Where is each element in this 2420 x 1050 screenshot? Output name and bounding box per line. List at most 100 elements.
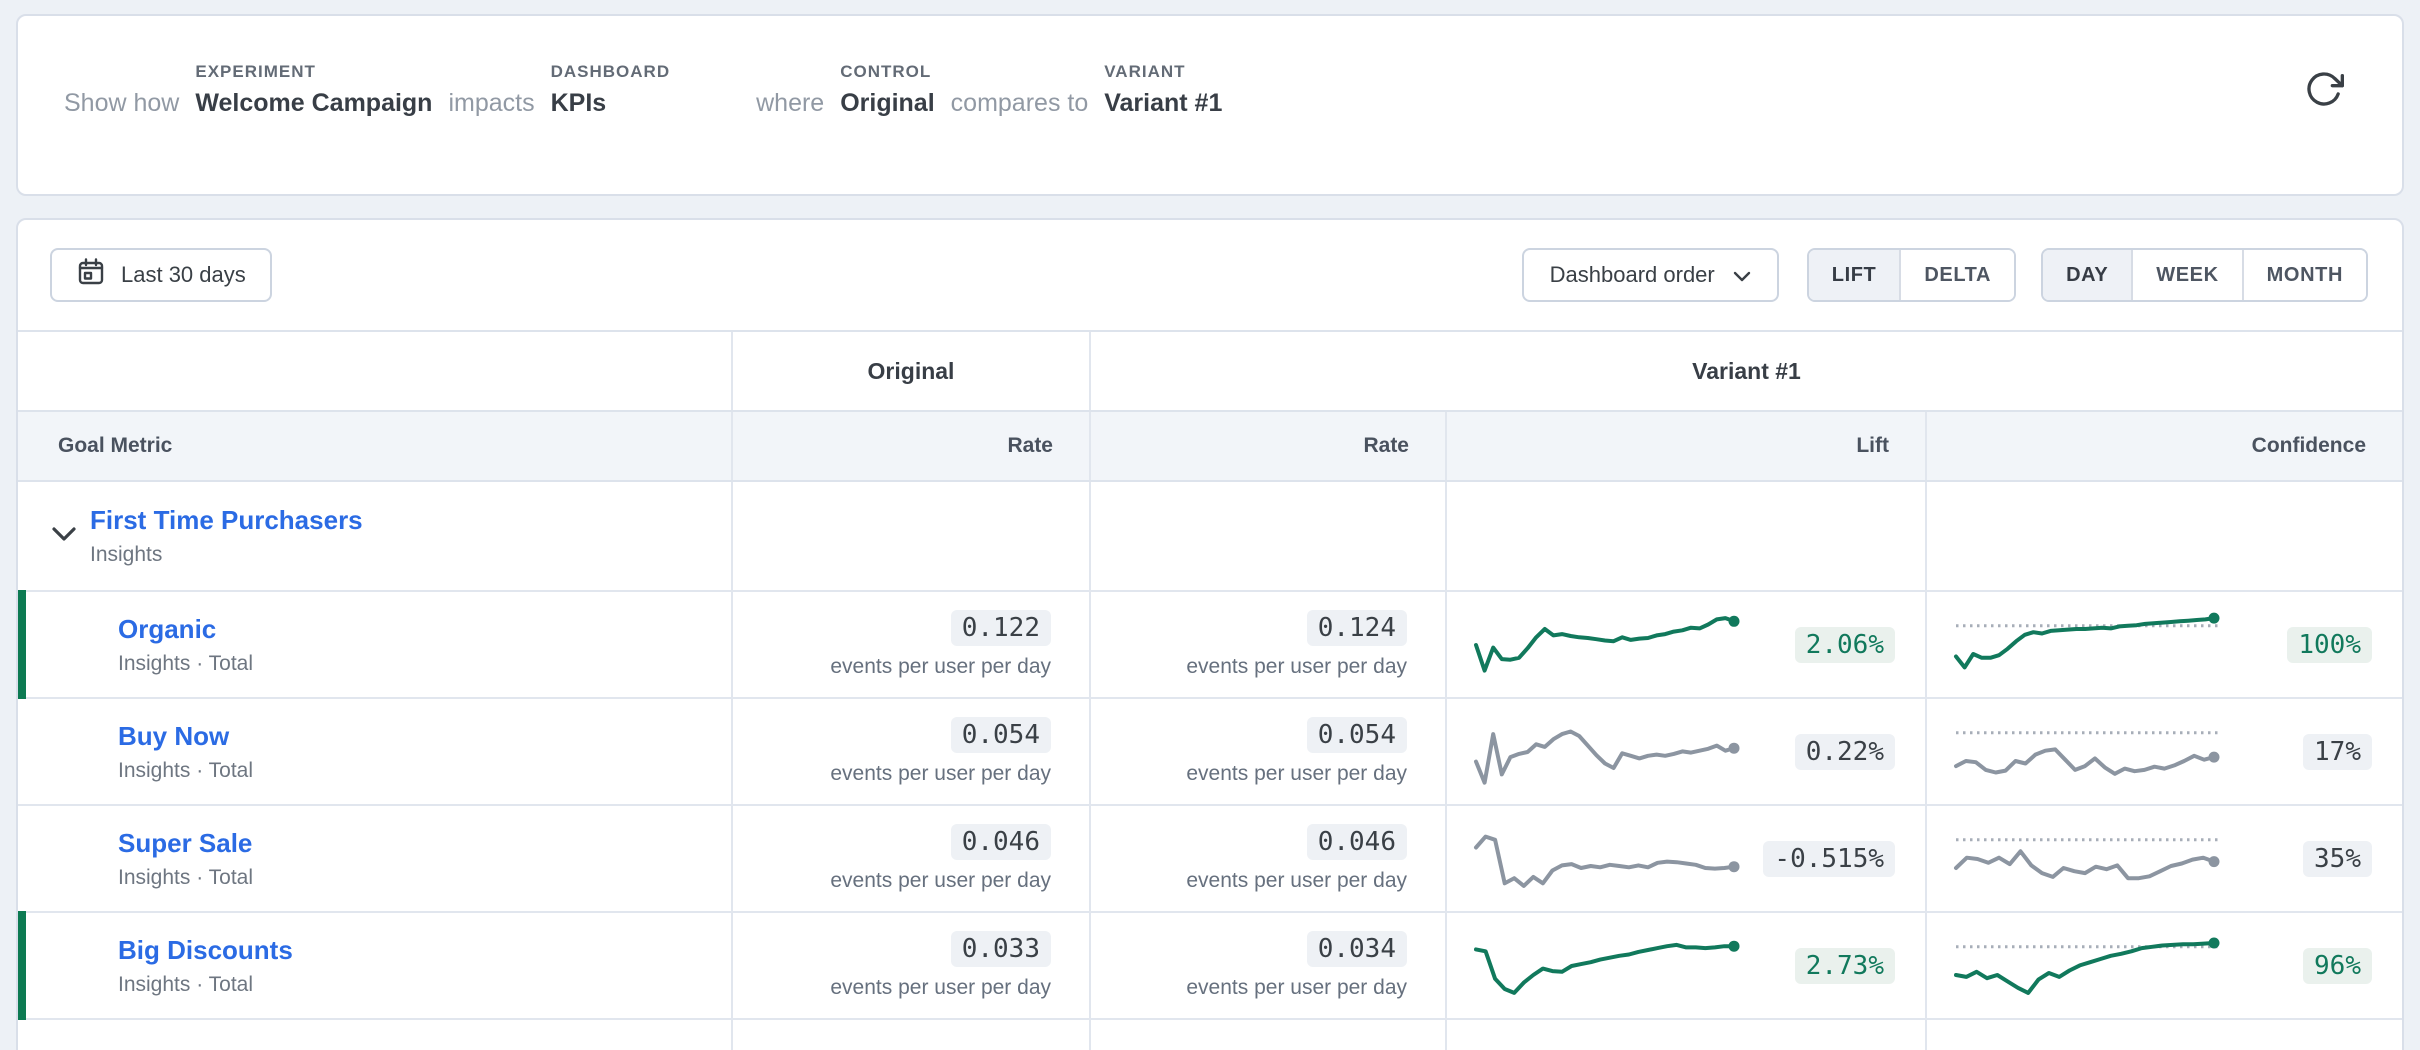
dashboard-value: KPIs [551,89,671,118]
lift-cell: 2.06% [1447,592,1927,697]
confidence-sparkline [1951,606,2225,684]
dashboard-order-label: Dashboard order [1550,262,1715,288]
variant-rate-cell: 0.046 events per user per day [1091,806,1447,911]
metric-link[interactable]: Organic [118,614,253,645]
group-metric-link[interactable]: First Time Purchasers [90,505,363,536]
mode-toggle: LIFT DELTA [1807,248,2016,302]
metric-group-row: First Time Purchasers Insights [18,482,2402,592]
metric-cell: Big Discounts Insights · Total [18,913,733,1018]
experiment-value: Welcome Campaign [195,89,432,118]
confidence-value: 35% [2303,841,2372,877]
rate-unit: events per user per day [830,655,1051,679]
experiment-selector[interactable]: EXPERIMENT Welcome Campaign [195,62,432,118]
refresh-icon [2304,69,2344,112]
rate-unit: events per user per day [1186,762,1407,786]
granularity-day-segment[interactable]: DAY [2043,250,2131,300]
original-rate-cell: 0.033 events per user per day [733,913,1091,1018]
lift-cell: 0.22% [1447,699,1927,804]
confidence-value: 100% [2287,627,2372,663]
variant-rate-cell: 0.034 events per user per day [1091,913,1447,1018]
dashboard-label: DASHBOARD [551,62,671,82]
original-rate-cell: 0.122 events per user per day [733,592,1091,697]
table-row: Buy Now Insights · Total 0.054 events pe… [18,699,2402,806]
lift-value: 0.22% [1795,734,1895,770]
dashboard-order-dropdown[interactable]: Dashboard order [1522,248,1779,302]
metric-source: Insights · Total [118,866,253,889]
granularity-toggle: DAY WEEK MONTH [2041,248,2368,302]
table-row: Big Discounts Insights · Total 0.033 eve… [18,913,2402,1020]
variant-label: VARIANT [1104,62,1222,82]
date-range-label: Last 30 days [121,262,246,288]
phrase-compares-to: compares to [951,89,1089,118]
table-header-columns: Goal Metric Rate Rate Lift Confidence [18,412,2402,482]
mode-lift-segment[interactable]: LIFT [1809,250,1900,300]
metric-source: Insights · Total [118,759,253,782]
metric-source: Insights · Total [118,973,253,996]
original-rate-cell: 0.046 events per user per day [733,806,1091,911]
phrase-prefix: Show how [64,89,179,118]
phrase-where: where [756,89,824,118]
confidence-cell: 100% [1927,592,2402,697]
rate-unit: events per user per day [830,869,1051,893]
header-variant: Variant #1 [1091,332,2402,410]
mode-delta-segment[interactable]: DELTA [1899,250,2014,300]
group-metric-source: Insights [90,543,162,566]
phrase-impacts: impacts [448,89,534,118]
metric-link[interactable]: Super Sale [118,828,253,859]
header-goal-metric: Goal Metric [18,412,733,480]
calendar-icon [76,257,106,293]
table-row: Super Sale Insights · Total 0.046 events… [18,806,2402,913]
variant-value: Variant #1 [1104,89,1222,118]
variant-rate-value: 0.034 [1307,931,1407,967]
rate-unit: events per user per day [830,762,1051,786]
lift-sparkline [1471,606,1745,684]
metric-link[interactable]: Big Discounts [118,935,293,966]
chevron-down-icon[interactable] [52,527,76,547]
lift-sparkline [1471,820,1745,898]
confidence-cell: 96% [1927,913,2402,1018]
original-rate-value: 0.054 [951,717,1051,753]
metric-cell: Buy Now Insights · Total [18,699,733,804]
experiment-label: EXPERIMENT [195,62,432,82]
variant-rate-cell: 0.054 events per user per day [1091,699,1447,804]
confidence-sparkline [1951,820,2225,898]
header-spacer [18,332,733,410]
lift-cell: 2.73% [1447,913,1927,1018]
toolbar: Last 30 days Dashboard order LIFT DELTA … [18,220,2402,330]
toolbar-right: Dashboard order LIFT DELTA DAY WEEK MONT… [1522,248,2368,302]
variant-selector[interactable]: VARIANT Variant #1 [1104,62,1222,118]
metric-cell: Organic Insights · Total [18,592,733,697]
date-range-button[interactable]: Last 30 days [50,248,272,302]
lift-sparkline [1471,927,1745,1005]
confidence-cell: 17% [1927,699,2402,804]
metric-link[interactable]: Buy Now [118,721,253,752]
rate-unit: events per user per day [1186,869,1407,893]
metric-source: Insights · Total [118,652,253,675]
header-confidence: Confidence [1927,412,2402,480]
original-rate-cell: 0.054 events per user per day [733,699,1091,804]
experiment-summary-card: Show how EXPERIMENT Welcome Campaign imp… [16,14,2404,196]
confidence-value: 17% [2303,734,2372,770]
table-row: Organic Insights · Total 0.122 events pe… [18,592,2402,699]
confidence-cell: 35% [1927,806,2402,911]
refresh-button[interactable] [2302,68,2346,112]
confidence-sparkline [1951,927,2225,1005]
lift-value: -0.515% [1763,841,1895,877]
rate-unit: events per user per day [830,976,1051,1000]
experiment-phrase: Show how EXPERIMENT Welcome Campaign imp… [18,16,2402,118]
table-header-groups: Original Variant #1 [18,330,2402,412]
lift-value: 2.06% [1795,627,1895,663]
rate-unit: events per user per day [1186,976,1407,1000]
granularity-week-segment[interactable]: WEEK [2131,250,2241,300]
header-original-rate: Rate [733,412,1091,480]
confidence-value: 96% [2303,948,2372,984]
original-rate-value: 0.046 [951,824,1051,860]
control-selector[interactable]: CONTROL Original [840,62,934,118]
header-original: Original [733,332,1091,410]
header-variant-rate: Rate [1091,412,1447,480]
dashboard-selector[interactable]: DASHBOARD KPIs [551,62,671,118]
lift-sparkline [1471,713,1745,791]
control-value: Original [840,89,934,118]
granularity-month-segment[interactable]: MONTH [2242,250,2366,300]
header-lift: Lift [1447,412,1927,480]
